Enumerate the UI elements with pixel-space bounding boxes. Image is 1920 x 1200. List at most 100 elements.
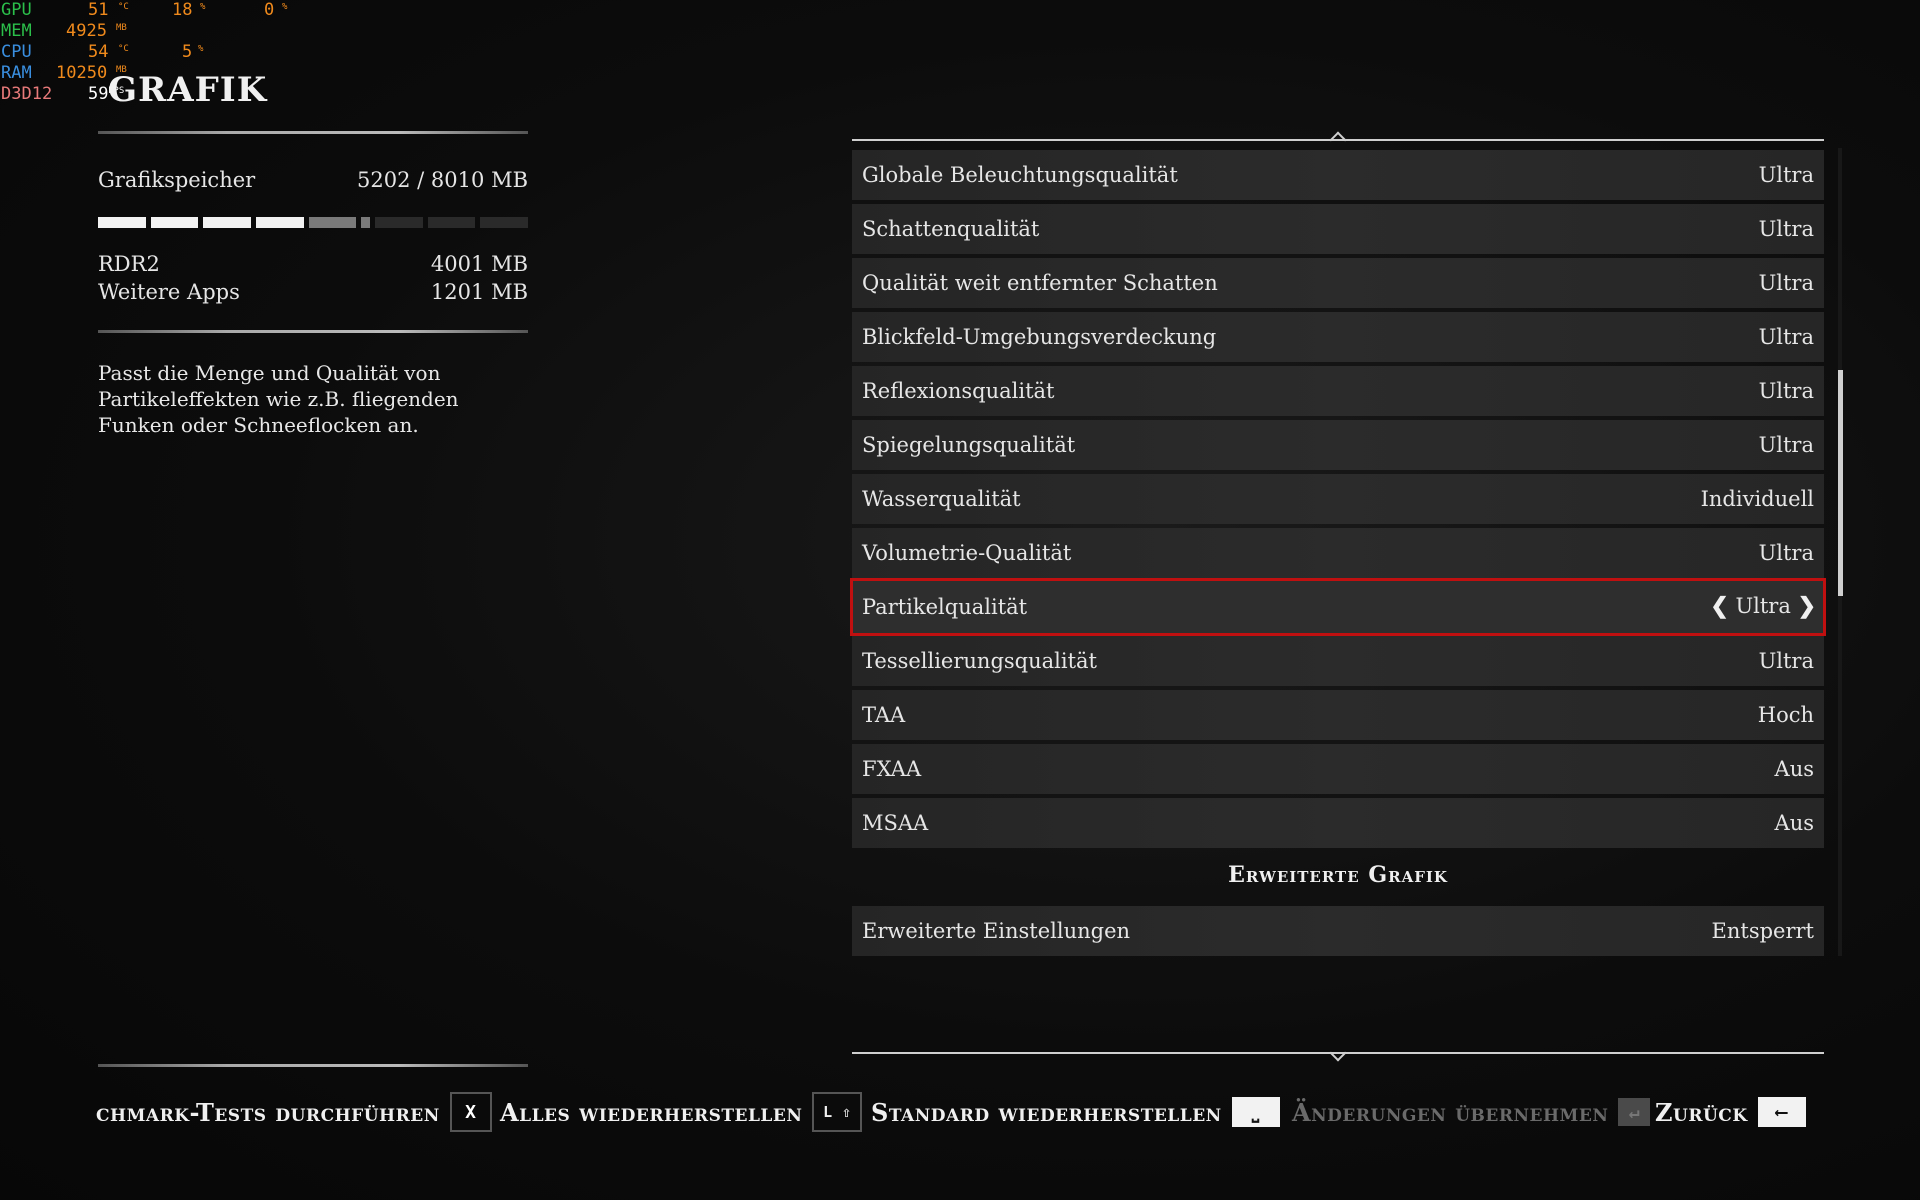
overlay-unit: % (198, 44, 204, 54)
app-name: RDR2 (98, 252, 160, 276)
setting-label: Globale Beleuchtungsqualität (862, 163, 1178, 187)
memory-app-list: RDR2 4001 MB Weitere Apps 1201 MB (98, 252, 528, 304)
restore-default-label: Standard wiederherstellen (871, 1097, 1222, 1127)
setting-row[interactable]: Tessellierungsqualität Ultra (852, 636, 1824, 686)
setting-row-advanced[interactable]: Erweiterte Einstellungen Entsperrt (852, 906, 1824, 956)
app-memory: 1201 MB (431, 280, 528, 304)
setting-row[interactable]: Qualität weit entfernter Schatten Ultra (852, 258, 1824, 308)
overlay-value: 5 (182, 42, 193, 62)
setting-row[interactable]: Reflexionsqualität Ultra (852, 366, 1824, 416)
overlay-value: 4925 (66, 21, 107, 41)
graphics-memory-summary: Grafikspeicher 5202 / 8010 MB (98, 168, 528, 192)
overlay-unit: MB (116, 23, 127, 33)
section-header: Erweiterte Grafik (1228, 862, 1448, 888)
setting-value: Ultra (1758, 433, 1814, 457)
setting-label: Tessellierungsqualität (862, 649, 1097, 673)
divider (98, 330, 528, 333)
graphics-memory-value: 5202 / 8010 MB (357, 168, 528, 192)
divider (98, 1064, 528, 1067)
setting-row[interactable]: Blickfeld-Umgebungsverdeckung Ultra (852, 312, 1824, 362)
overlay-value: 51 (88, 0, 109, 20)
key-x-icon: X (449, 1092, 492, 1132)
overlay-unit: % (282, 2, 288, 12)
restore-default-button[interactable]: Standard wiederherstellen ⎵ (871, 1088, 1280, 1136)
setting-value: Entsperrt (1711, 919, 1814, 943)
page-title: GRAFIK (108, 70, 268, 110)
setting-label: Erweiterte Einstellungen (862, 919, 1131, 943)
overlay-gpu-row: GPU 51 °C 18 % 0 % (0, 0, 300, 21)
setting-value: Ultra (1758, 649, 1814, 673)
setting-value: Ultra (1758, 541, 1814, 565)
app-memory-unit: MB (491, 280, 528, 304)
scrollbar-thumb[interactable] (1838, 370, 1843, 596)
setting-row[interactable]: FXAA Aus (852, 744, 1824, 794)
setting-value: Individuell (1700, 487, 1814, 511)
overlay-unit: °C (118, 44, 129, 54)
bar-segment (203, 217, 252, 228)
memory-app-row: Weitere Apps 1201 MB (98, 280, 528, 304)
setting-label: Schattenqualität (862, 217, 1040, 241)
setting-value-selector: ❮ Ultra ❯ (1710, 593, 1816, 619)
setting-label: Volumetrie-Qualität (862, 541, 1072, 565)
app-memory: 4001 MB (431, 252, 528, 276)
setting-label: MSAA (862, 811, 929, 835)
bar-segment (374, 217, 423, 228)
setting-label: Partikelqualität (862, 595, 1028, 619)
benchmark-label: chmark-Tests durchführen (96, 1097, 440, 1127)
overlay-unit: % (200, 2, 206, 12)
setting-label: Blickfeld-Umgebungsverdeckung (862, 325, 1217, 349)
overlay-label: RAM (1, 63, 32, 83)
setting-label: FXAA (862, 757, 922, 781)
app-memory-value: 4001 (430, 252, 485, 276)
setting-row-selected[interactable]: Partikelqualität ❮ Ultra ❯ (850, 578, 1826, 636)
scroll-up-indicator[interactable] (1329, 131, 1347, 149)
setting-value: Ultra (1758, 217, 1814, 241)
setting-row[interactable]: Schattenqualität Ultra (852, 204, 1824, 254)
setting-value: Ultra (1758, 163, 1814, 187)
back-button[interactable]: Zurück ⟵ (1655, 1088, 1806, 1136)
chevron-right-icon[interactable]: ❯ (1798, 593, 1816, 619)
setting-label: TAA (862, 703, 906, 727)
key-enter-icon: ↵ (1618, 1098, 1651, 1126)
setting-row[interactable]: Volumetrie-Qualität Ultra (852, 528, 1824, 578)
overlay-label: CPU (1, 42, 32, 62)
key-space-icon: ⎵ (1231, 1097, 1280, 1127)
setting-row[interactable]: Spiegelungsqualität Ultra (852, 420, 1824, 470)
key-backspace-icon: ⟵ (1757, 1097, 1806, 1127)
overlay-value: 0 (264, 0, 275, 20)
setting-label: Reflexionsqualität (862, 379, 1055, 403)
bar-segment (98, 217, 146, 228)
setting-label: Wasserqualität (862, 487, 1021, 511)
setting-value: Aus (1774, 757, 1814, 781)
overlay-label: MEM (1, 21, 32, 41)
memory-used: 5202 (357, 168, 411, 192)
overlay-mem-row: MEM 4925 MB (0, 21, 300, 42)
overlay-value: 59 (88, 84, 109, 104)
overlay-cpu-row: CPU 54 °C 5 % (0, 42, 300, 63)
app-memory-value: 1201 (430, 280, 485, 304)
chevron-left-icon[interactable]: ❮ (1710, 593, 1728, 619)
setting-value: Aus (1774, 811, 1814, 835)
memory-total: / 8010 (417, 168, 485, 192)
overlay-value: 18 (172, 0, 193, 20)
overlay-label: D3D12 (1, 84, 53, 104)
key-shift-icon: L ⇧ (812, 1092, 863, 1132)
setting-row[interactable]: TAA Hoch (852, 690, 1824, 740)
benchmark-button[interactable]: chmark-Tests durchführen X (96, 1088, 492, 1136)
bar-segment (150, 217, 199, 228)
setting-row[interactable]: Wasserqualität Individuell (852, 474, 1824, 524)
memory-app-row: RDR2 4001 MB (98, 252, 528, 276)
setting-row[interactable]: Globale Beleuchtungsqualität Ultra (852, 150, 1824, 200)
setting-value: Ultra (1758, 271, 1814, 295)
restore-all-button[interactable]: Alles wiederherstellen L ⇧ (500, 1088, 863, 1136)
scroll-down-indicator[interactable] (1329, 1044, 1347, 1062)
overlay-value: 10250 (56, 63, 108, 83)
apply-changes-label: Änderungen übernehmen (1292, 1097, 1609, 1127)
memory-unit: MB (491, 168, 528, 192)
apply-changes-button[interactable]: Änderungen übernehmen ↵ (1292, 1088, 1651, 1136)
overlay-value: 54 (88, 42, 109, 62)
setting-value: Ultra (1758, 325, 1814, 349)
setting-row[interactable]: MSAA Aus (852, 798, 1824, 848)
memory-usage-bar (98, 217, 528, 228)
setting-value: Ultra (1758, 379, 1814, 403)
